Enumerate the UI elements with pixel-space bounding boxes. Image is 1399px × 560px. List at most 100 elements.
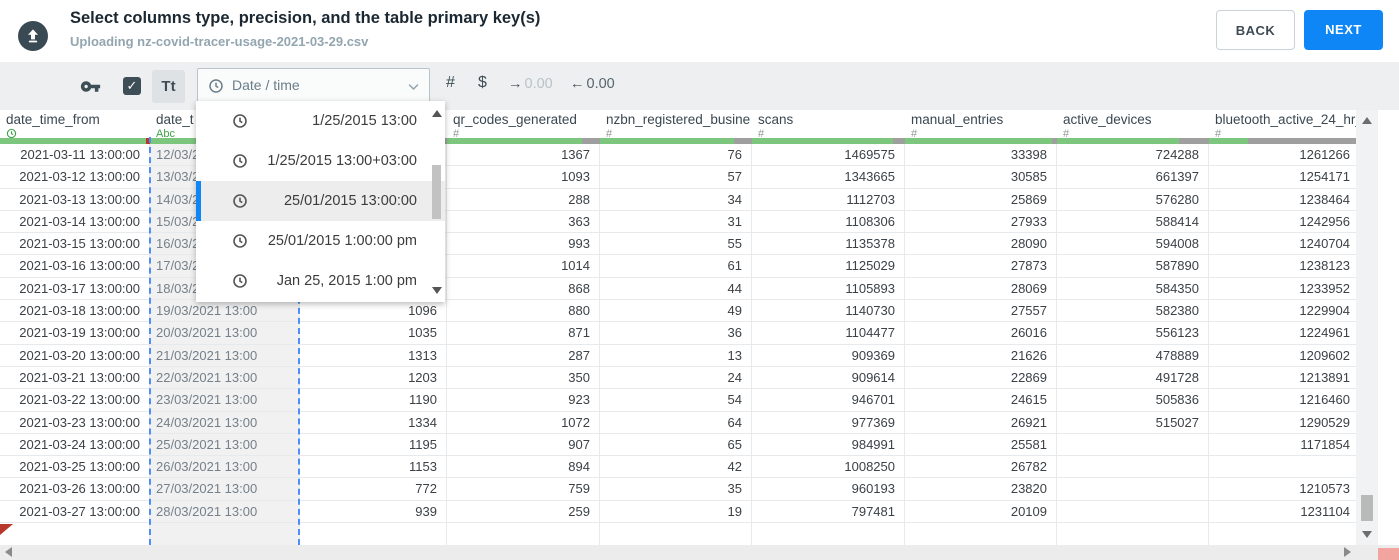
cell[interactable]: 54	[600, 389, 752, 412]
cell[interactable]: 33398	[905, 144, 1057, 167]
column-scans[interactable]: scans #1469575 1343665 1112703 1108306 113537…	[752, 110, 905, 545]
cell[interactable]: 1171854	[1209, 433, 1356, 457]
date-format-option-selected[interactable]: 25/01/2015 13:00:00	[196, 181, 445, 221]
cell[interactable]: 923	[447, 389, 600, 412]
cell[interactable]: 1195	[300, 433, 447, 457]
cell[interactable]: 1008250	[752, 456, 905, 479]
cell[interactable]: 946701	[752, 389, 905, 412]
cell[interactable]: 772	[300, 478, 447, 501]
cell[interactable]: 288	[447, 188, 600, 211]
cell[interactable]: 34	[600, 188, 752, 211]
cell[interactable]: 759	[447, 478, 600, 501]
cell[interactable]: 31	[600, 210, 752, 234]
cell[interactable]: 28090	[905, 233, 1057, 256]
column-header[interactable]: scans #	[752, 110, 905, 144]
cell[interactable]: 27873	[905, 255, 1057, 278]
cell[interactable]: 2021-03-19 13:00:00	[0, 322, 150, 345]
cell[interactable]: 582380	[1057, 300, 1209, 323]
dropdown-scroll-thumb[interactable]	[432, 165, 441, 219]
cell[interactable]: 594008	[1057, 233, 1209, 256]
cell[interactable]	[1057, 478, 1209, 501]
cell[interactable]: 1213891	[1209, 366, 1356, 390]
cell[interactable]: 259	[447, 500, 600, 524]
cell[interactable]: 1093	[447, 166, 600, 189]
column-bluetooth_active_24_hr_[interactable]: bluetooth_active_24_hr_ #1261266 1254171 12…	[1209, 110, 1356, 545]
empty-cell[interactable]	[752, 523, 905, 545]
cell[interactable]: 19/03/2021 13:00	[150, 300, 300, 323]
cell[interactable]: 907	[447, 433, 600, 457]
empty-cell[interactable]	[0, 523, 150, 545]
cell[interactable]: 556123	[1057, 322, 1209, 345]
increase-decimals-button[interactable]: ← 0.00	[570, 76, 615, 92]
cell[interactable]: 1190	[300, 389, 447, 412]
cell[interactable]: 661397	[1057, 166, 1209, 189]
empty-cell[interactable]	[300, 523, 447, 545]
horizontal-scrollbar[interactable]	[0, 545, 1356, 560]
vertical-scrollbar[interactable]	[1356, 110, 1378, 545]
cell[interactable]	[1057, 456, 1209, 479]
cell[interactable]: 13	[600, 344, 752, 367]
column-header[interactable]: active_devices #	[1057, 110, 1209, 144]
cell[interactable]: 478889	[1057, 344, 1209, 367]
cell[interactable]: 1209602	[1209, 344, 1356, 367]
cell[interactable]: 2021-03-21 13:00:00	[0, 366, 150, 390]
dropdown-scrollbar[interactable]	[429, 101, 445, 302]
column-date_time_from[interactable]: date_time_from 2021-03-11 13:00:00 2021-03…	[0, 110, 150, 545]
cell[interactable]: 24	[600, 366, 752, 390]
cell[interactable]: 57	[600, 166, 752, 189]
cell[interactable]: 1135378	[752, 233, 905, 256]
cell[interactable]: 19	[600, 500, 752, 524]
cell[interactable]: 26782	[905, 456, 1057, 479]
date-format-option[interactable]: 1/25/2015 13:00+03:00	[196, 141, 445, 181]
cell[interactable]: 25869	[905, 188, 1057, 211]
cell[interactable]: 1210573	[1209, 478, 1356, 501]
column-manual_entries[interactable]: manual_entries #33398 30585 25869 27933 28090…	[905, 110, 1057, 545]
cell[interactable]: 1334	[300, 411, 447, 434]
cell[interactable]: 2021-03-15 13:00:00	[0, 233, 150, 256]
empty-cell[interactable]	[905, 523, 1057, 545]
column-nzbn_registered_busine[interactable]: nzbn_registered_busine #76 57 34 31 55 61 44 49 3…	[600, 110, 752, 545]
column-header[interactable]: manual_entries #	[905, 110, 1057, 144]
next-button[interactable]: NEXT	[1304, 10, 1383, 50]
cell[interactable]: 26016	[905, 322, 1057, 345]
cell[interactable]: 2021-03-16 13:00:00	[0, 255, 150, 278]
scroll-down-icon[interactable]	[1362, 531, 1372, 538]
cell[interactable]: 1238464	[1209, 188, 1356, 211]
cell[interactable]: 20109	[905, 500, 1057, 524]
cell[interactable]: 42	[600, 456, 752, 479]
number-type-button[interactable]: #	[446, 74, 455, 92]
cell[interactable]: 35	[600, 478, 752, 501]
text-type-button[interactable]: Tt	[152, 70, 185, 103]
cell[interactable]: 2021-03-13 13:00:00	[0, 188, 150, 211]
scroll-left-icon[interactable]	[5, 547, 12, 557]
cell[interactable]: 2021-03-25 13:00:00	[0, 456, 150, 479]
date-format-dropdown[interactable]: Date / time	[197, 68, 430, 103]
cell[interactable]: 1203	[300, 366, 447, 390]
cell[interactable]: 1108306	[752, 210, 905, 234]
cell[interactable]: 24/03/2021 13:00	[150, 411, 300, 434]
cell[interactable]: 1367	[447, 144, 600, 167]
cell[interactable]	[1057, 433, 1209, 457]
cell[interactable]: 1313	[300, 344, 447, 367]
dropdown-scroll-down-icon[interactable]	[432, 287, 442, 294]
cell[interactable]: 1290529	[1209, 411, 1356, 434]
date-format-option[interactable]: Jan 25, 2015 1:00 pm	[196, 261, 445, 301]
cell[interactable]: 797481	[752, 500, 905, 524]
include-column-checkbox[interactable]: ✓	[123, 77, 141, 95]
cell[interactable]: 65	[600, 433, 752, 457]
scroll-up-icon[interactable]	[1362, 117, 1372, 124]
cell[interactable]: 2021-03-17 13:00:00	[0, 277, 150, 301]
cell[interactable]: 1125029	[752, 255, 905, 278]
cell[interactable]: 2021-03-22 13:00:00	[0, 389, 150, 412]
cell[interactable]: 55	[600, 233, 752, 256]
cell[interactable]: 515027	[1057, 411, 1209, 434]
cell[interactable]: 44	[600, 277, 752, 301]
cell[interactable]: 2021-03-23 13:00:00	[0, 411, 150, 434]
cell[interactable]: 909369	[752, 344, 905, 367]
cell[interactable]: 25/03/2021 13:00	[150, 433, 300, 457]
column-header[interactable]: qr_codes_generated #	[447, 110, 600, 144]
cell[interactable]: 1096	[300, 300, 447, 323]
cell[interactable]: 27/03/2021 13:00	[150, 478, 300, 501]
cell[interactable]: 2021-03-18 13:00:00	[0, 300, 150, 323]
cell[interactable]: 1233952	[1209, 277, 1356, 301]
